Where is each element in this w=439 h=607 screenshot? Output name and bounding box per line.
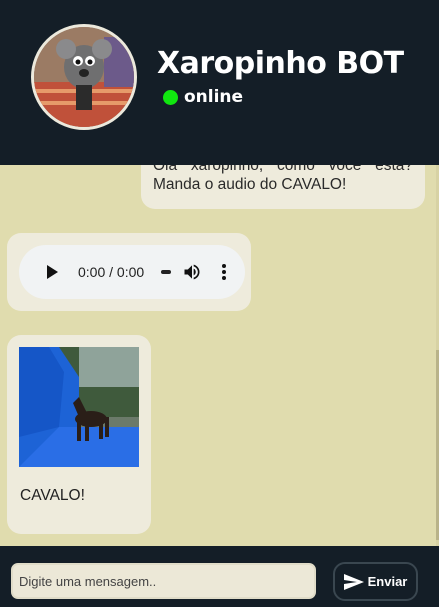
play-icon[interactable] [47, 265, 58, 279]
image-caption: CAVALO! [20, 487, 85, 504]
image-message-bubble: CAVALO! [7, 335, 151, 534]
horse-photo[interactable] [19, 347, 139, 467]
message-input[interactable] [11, 563, 316, 599]
send-button[interactable]: Enviar [333, 562, 418, 601]
more-options-icon[interactable] [217, 262, 231, 282]
audio-time: 0:00 / 0:00 [78, 264, 145, 280]
status-text: online [184, 87, 244, 107]
volume-icon[interactable] [182, 262, 202, 282]
send-label: Enviar [367, 574, 408, 589]
message-text-line: Manda o audio do CAVALO! [153, 176, 347, 193]
online-dot-icon [163, 89, 178, 105]
send-icon [343, 573, 364, 590]
message-composer: Enviar [0, 546, 439, 607]
chat-header: Xaropinho BOT online [0, 0, 439, 165]
avatar[interactable] [31, 24, 137, 130]
audio-player[interactable]: 0:00 / 0:00 [19, 245, 245, 299]
chat-title: Xaropinho BOT [157, 46, 404, 81]
audio-progress-bar[interactable] [161, 270, 171, 274]
audio-message-bubble: 0:00 / 0:00 [7, 233, 251, 311]
status-indicator: online [163, 87, 243, 107]
